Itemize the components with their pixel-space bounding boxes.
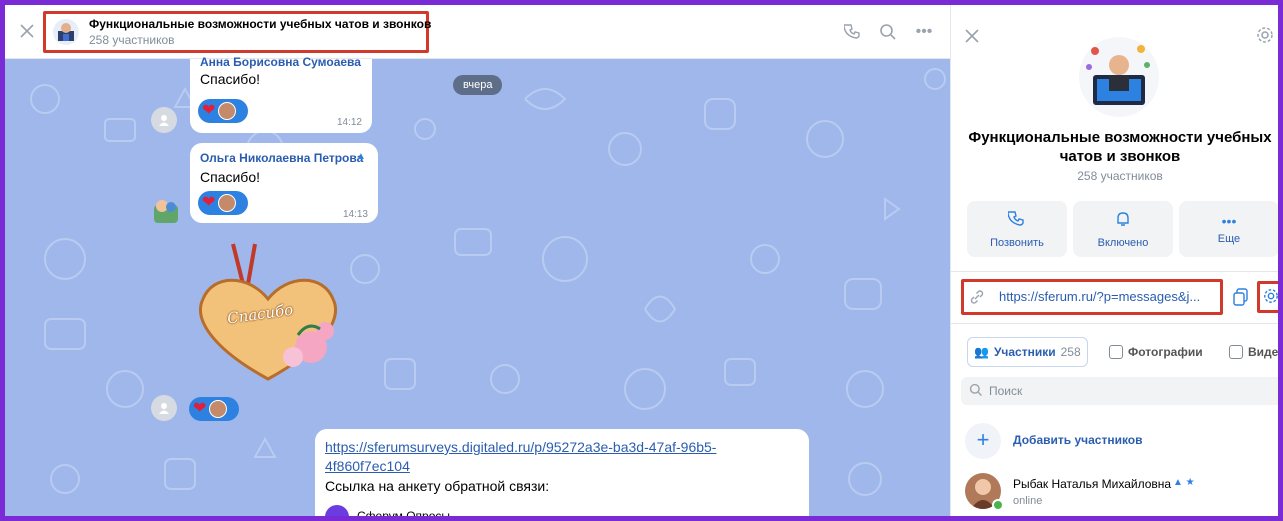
photo-icon bbox=[1109, 345, 1123, 359]
attachment-logo-icon bbox=[325, 505, 349, 516]
message-text: Спасибо! bbox=[200, 71, 260, 87]
online-indicator bbox=[992, 499, 1004, 511]
chat-avatar[interactable] bbox=[53, 19, 79, 45]
divider bbox=[951, 323, 1278, 324]
avatar[interactable] bbox=[151, 107, 177, 133]
tab-members-label: Участники bbox=[993, 345, 1056, 359]
phone-icon bbox=[1007, 210, 1026, 233]
chat-member-count: 258 участников bbox=[89, 33, 175, 47]
tab-photos[interactable]: Фотографии bbox=[1103, 337, 1209, 367]
divider bbox=[951, 271, 1278, 272]
call-button[interactable]: Позвонить bbox=[967, 201, 1067, 257]
avatar bbox=[218, 102, 237, 120]
video-icon bbox=[1229, 345, 1243, 359]
message-text: Спасибо! bbox=[200, 169, 260, 185]
attachment-title[interactable]: Сферум Опросы bbox=[357, 509, 450, 516]
call-label: Позвонить bbox=[990, 236, 1044, 249]
add-icon: + bbox=[965, 423, 1001, 459]
tab-videos-label: Виде bbox=[1248, 345, 1279, 359]
heart-icon: ❤ bbox=[193, 400, 207, 417]
message-bubble[interactable]: Ольга Николаевна Петрова ▲ Спасибо! ❤ 14… bbox=[190, 143, 378, 223]
member-name: Рыбак Наталья Михайловна bbox=[1013, 477, 1172, 491]
teacher-badge-icon: ▲ ★ bbox=[1173, 477, 1195, 488]
avatar[interactable] bbox=[151, 395, 177, 421]
reaction-badge[interactable]: ❤ bbox=[198, 191, 248, 215]
message-author[interactable]: Ольга Николаевна Петрова bbox=[200, 151, 363, 165]
avatar[interactable] bbox=[151, 195, 181, 225]
survey-link[interactable]: https://sferumsurveys.digitaled.ru/p/952… bbox=[325, 439, 716, 455]
message-author[interactable]: Анна Борисовна Сумоаева bbox=[200, 55, 361, 69]
search-icon[interactable] bbox=[877, 21, 899, 43]
more-icon: ••• bbox=[1221, 213, 1237, 229]
bell-icon bbox=[1114, 210, 1132, 233]
reaction-badge[interactable]: ❤ bbox=[189, 397, 239, 421]
notifications-label: Включено bbox=[1097, 236, 1149, 249]
date-divider: вчера bbox=[453, 75, 503, 95]
panel-title: Функциональные возможности учебных bbox=[968, 129, 1272, 146]
heart-icon: ❤ bbox=[202, 102, 216, 119]
tab-photos-label: Фотографии bbox=[1128, 345, 1203, 359]
panel-member-count: 258 участников bbox=[1077, 169, 1163, 183]
add-members-row[interactable]: + Добавить участников bbox=[961, 421, 1278, 461]
panel-title-line2: чатов и звонков bbox=[1059, 148, 1181, 165]
reaction-badge[interactable]: ❤ bbox=[198, 99, 248, 123]
tab-members[interactable]: 👥 Участники 258 bbox=[967, 337, 1088, 367]
link-icon bbox=[969, 289, 985, 310]
chat-header: Функциональные возможности учебных чатов… bbox=[5, 5, 950, 59]
search-placeholder: Поиск bbox=[989, 384, 1023, 398]
thank-you-sticker[interactable]: Спасибо bbox=[193, 239, 343, 389]
member-row[interactable]: Рыбак Наталья Михайловна ▲ ★ online bbox=[961, 471, 1278, 515]
survey-link-cont[interactable]: 4f860f7ec104 bbox=[325, 458, 410, 474]
copy-icon[interactable] bbox=[1233, 288, 1249, 311]
members-icon: 👥 bbox=[974, 345, 989, 359]
message-bubble[interactable]: Анна Борисовна Сумоаева Спасибо! ❤ 14:12 bbox=[190, 55, 372, 133]
member-status: online bbox=[1013, 495, 1043, 507]
chat-title[interactable]: Функциональные возможности учебных чатов… bbox=[89, 17, 431, 31]
message-time: 14:13 bbox=[342, 209, 368, 220]
teacher-badge-icon: ▲ bbox=[356, 151, 366, 162]
invite-link[interactable]: https://sferum.ru/?p=messages&j... bbox=[999, 289, 1200, 304]
gear-icon[interactable] bbox=[1255, 25, 1275, 45]
tab-videos[interactable]: Виде bbox=[1223, 337, 1279, 367]
heart-icon: ❤ bbox=[202, 194, 216, 211]
avatar bbox=[209, 400, 228, 418]
phone-icon[interactable] bbox=[842, 21, 864, 43]
more-label: Еще bbox=[1217, 233, 1241, 245]
more-button[interactable]: ••• Еще bbox=[1179, 201, 1278, 257]
close-icon[interactable] bbox=[963, 27, 981, 45]
notifications-button[interactable]: Включено bbox=[1073, 201, 1173, 257]
more-icon[interactable]: ••• bbox=[913, 21, 935, 43]
chat-area: Функциональные возможности учебных чатов… bbox=[5, 5, 950, 516]
gear-icon[interactable] bbox=[1263, 288, 1278, 309]
message-text: Ссылка на анкету обратной связи: bbox=[325, 478, 550, 494]
add-members-label: Добавить участников bbox=[1013, 433, 1143, 447]
close-icon[interactable] bbox=[17, 21, 37, 41]
avatar bbox=[218, 194, 237, 212]
tab-members-count: 258 bbox=[1060, 345, 1081, 359]
search-icon bbox=[969, 383, 983, 402]
chat-large-avatar[interactable] bbox=[1079, 37, 1159, 117]
chat-info-panel: Функциональные возможности учебных чатов… bbox=[950, 5, 1279, 516]
message-time: 14:12 bbox=[336, 117, 362, 128]
app-window: Функциональные возможности учебных чатов… bbox=[0, 0, 1283, 521]
member-search[interactable]: Поиск bbox=[961, 377, 1278, 405]
link-message-bubble[interactable]: https://sferumsurveys.digitaled.ru/p/952… bbox=[315, 429, 809, 516]
